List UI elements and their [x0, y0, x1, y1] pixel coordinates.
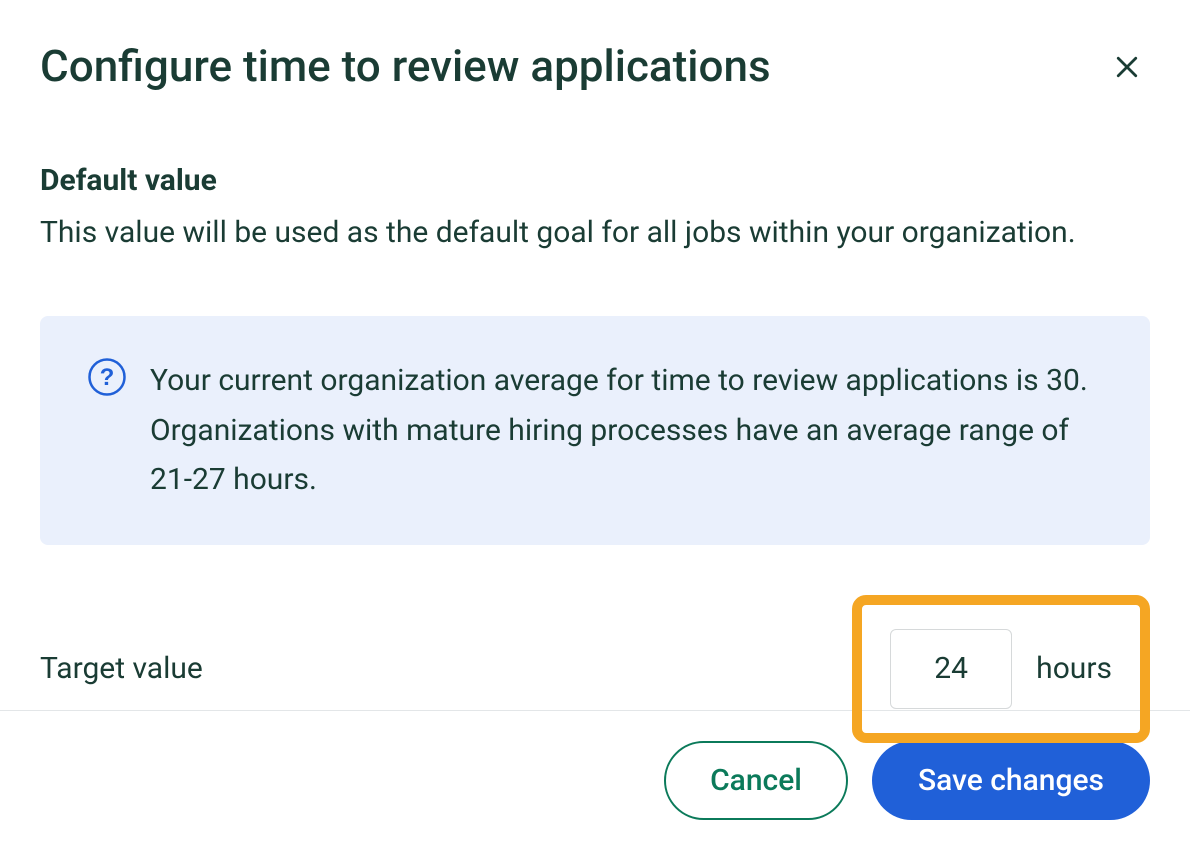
modal-header: Configure time to review applications [40, 40, 1150, 93]
info-box: ? Your current organization average for … [40, 316, 1150, 545]
target-unit-label: hours [1036, 651, 1112, 686]
save-button[interactable]: Save changes [872, 741, 1150, 820]
modal-container: Configure time to review applications De… [0, 0, 1190, 710]
target-row: Target value hours [40, 595, 1150, 743]
close-button[interactable] [1104, 44, 1150, 90]
svg-text:?: ? [100, 364, 115, 391]
modal-title: Configure time to review applications [40, 40, 771, 93]
target-value-label: Target value [40, 651, 203, 686]
close-icon [1112, 52, 1142, 82]
cancel-button[interactable]: Cancel [664, 741, 848, 820]
info-text: Your current organization average for ti… [150, 356, 1102, 505]
target-highlight-box: hours [852, 595, 1150, 743]
target-value-input[interactable] [890, 629, 1012, 709]
section-description: This value will be used as the default g… [40, 210, 1150, 257]
help-icon: ? [88, 358, 126, 396]
section-heading: Default value [40, 163, 1150, 198]
